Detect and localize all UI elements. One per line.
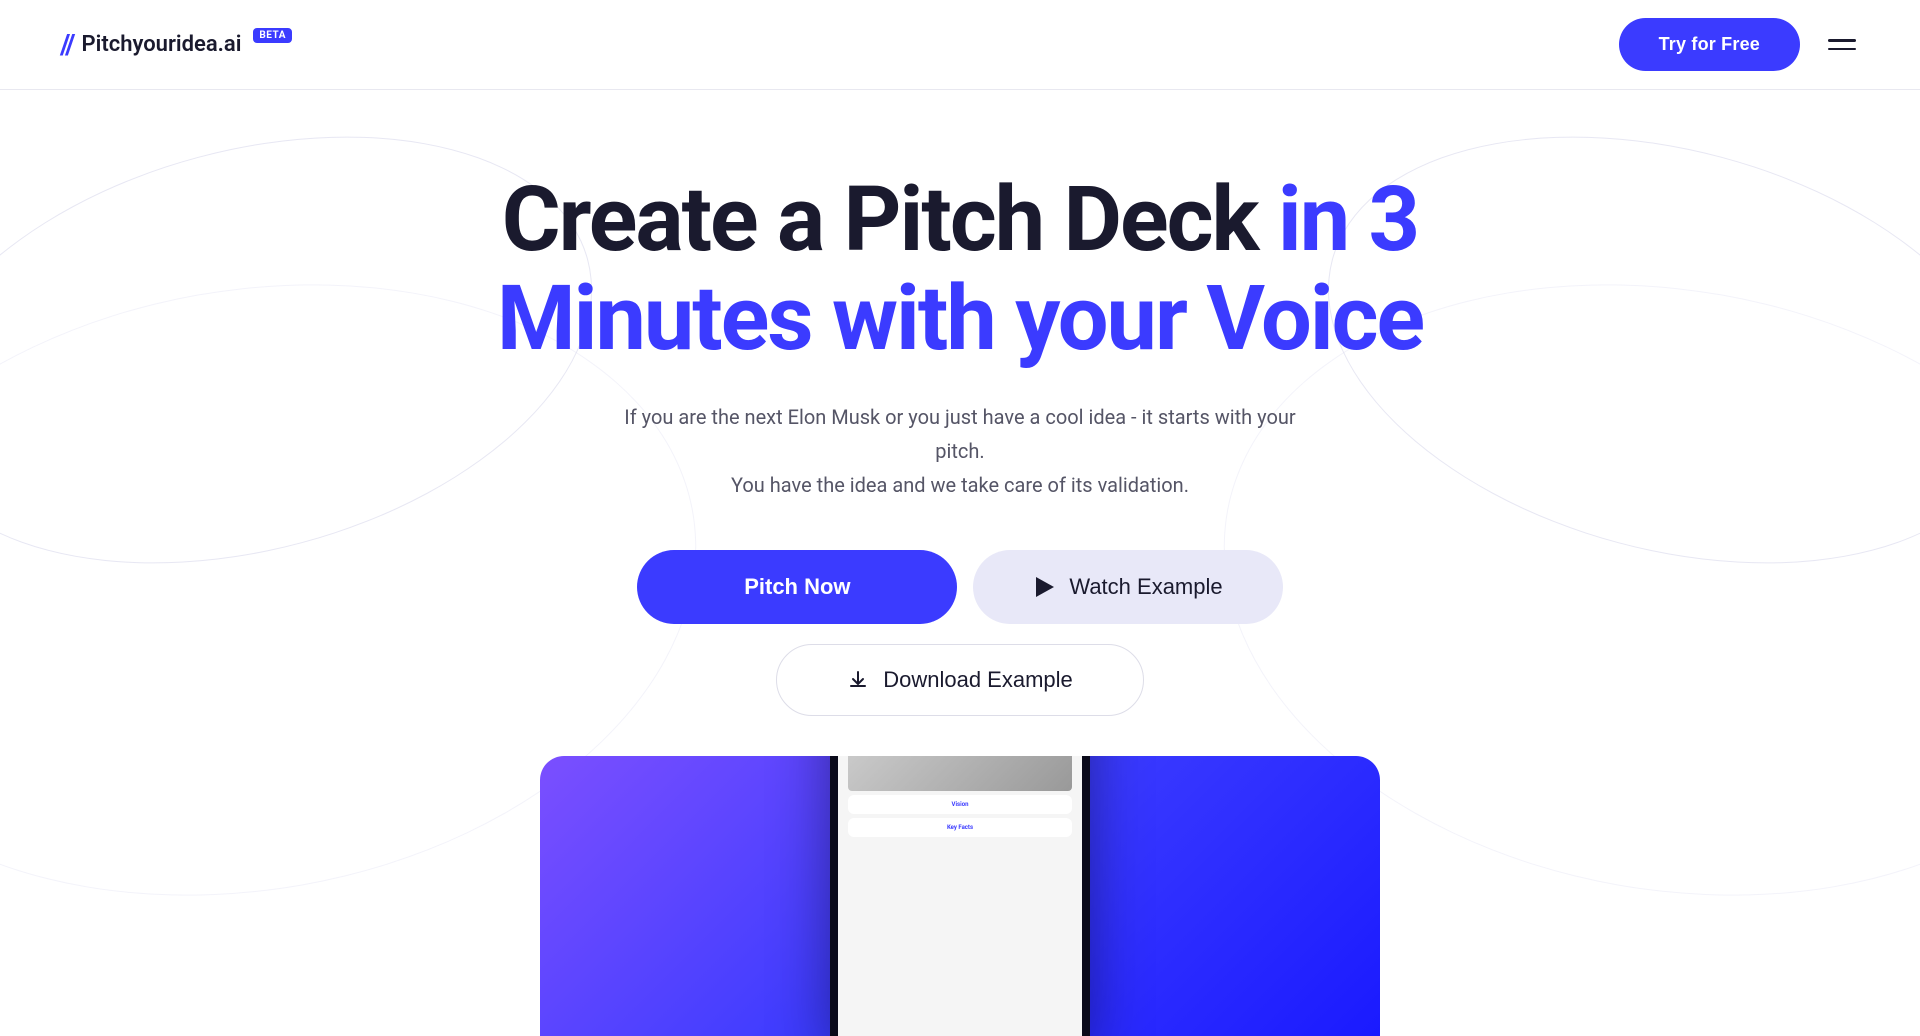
logo-text: Pitchyouridea.ai [82,32,242,57]
beta-badge: BETA [253,28,292,43]
screen-keyfacts-block: Key Facts [848,818,1072,837]
subtitle: If you are the next Elon Musk or you jus… [610,400,1310,502]
screen-content: To empower beginner golfers by providing… [838,756,1082,849]
header-right: Try for Free [1619,18,1860,71]
hamburger-menu-icon[interactable] [1824,35,1860,54]
screen-keyfacts-label: Key Facts [854,824,1066,831]
try-free-button[interactable]: Try for Free [1619,18,1800,71]
phone-mockup: To empower beginner golfers by providing… [830,756,1090,1036]
play-icon [1033,575,1057,599]
screen-vision-label: Vision [854,801,1066,808]
download-example-button[interactable]: Download Example [776,644,1144,716]
headline-line1: Create a Pitch Deck in 3 [0,170,1920,269]
cta-row: Pitch Now Watch Example [0,550,1920,624]
logo-slash-icon: // [60,28,74,61]
download-icon [847,669,869,691]
download-row: Download Example [0,644,1920,716]
headline: Create a Pitch Deck in 3 Minutes with yo… [0,170,1920,368]
watch-example-button[interactable]: Watch Example [973,550,1282,624]
subtitle-line1: If you are the next Elon Musk or you jus… [624,405,1295,463]
hamburger-line-1 [1828,39,1856,42]
phone-section: To empower beginner golfers by providing… [540,756,1380,1036]
subtitle-line2: You have the idea and we take care of it… [731,473,1189,497]
headline-accent: in 3 [1278,167,1418,272]
hamburger-line-2 [1828,48,1856,51]
play-triangle-icon [1036,577,1054,597]
header: // Pitchyouridea.ai BETA Try for Free [0,0,1920,90]
logo-icon: // [60,28,74,61]
screen-image [848,756,1072,791]
headline-text-part1: Create a Pitch Deck [502,167,1278,272]
download-example-label: Download Example [883,667,1073,693]
logo-area: // Pitchyouridea.ai BETA [60,28,292,61]
pitch-now-button[interactable]: Pitch Now [637,550,957,624]
phone-screen: To empower beginner golfers by providing… [838,756,1082,1036]
watch-example-label: Watch Example [1069,574,1222,600]
screen-vision-block: Vision [848,795,1072,814]
headline-line2: Minutes with your Voice [0,269,1920,368]
main-content: Create a Pitch Deck in 3 Minutes with yo… [0,90,1920,1036]
